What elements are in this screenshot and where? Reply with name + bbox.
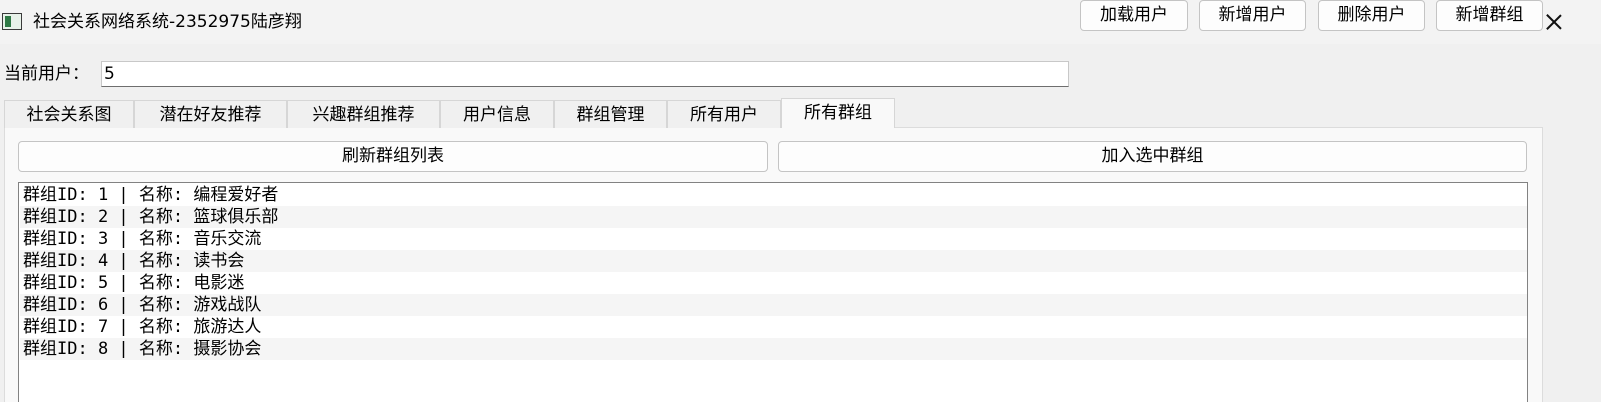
list-item[interactable]: 群组ID: 3 | 名称: 音乐交流: [20, 228, 1527, 250]
tab-all-groups[interactable]: 所有群组: [781, 98, 895, 128]
list-item[interactable]: 群组ID: 1 | 名称: 编程爱好者: [20, 184, 1527, 206]
close-icon: [1546, 14, 1562, 30]
current-user-label: 当前用户：: [4, 64, 89, 84]
list-item[interactable]: 群组ID: 6 | 名称: 游戏战队: [20, 294, 1527, 316]
refresh-group-list-button[interactable]: 刷新群组列表: [18, 141, 768, 172]
tab-social-graph[interactable]: 社会关系图: [4, 100, 134, 128]
app-window-icon: [2, 13, 22, 30]
group-list[interactable]: 群组ID: 1 | 名称: 编程爱好者 群组ID: 2 | 名称: 篮球俱乐部 …: [18, 182, 1528, 402]
load-user-button[interactable]: 加载用户: [1080, 0, 1188, 31]
window-title: 社会关系网络系统-2352975陆彦翔: [33, 12, 302, 32]
add-user-button[interactable]: 新增用户: [1199, 0, 1306, 31]
tab-friend-recommendation[interactable]: 潜在好友推荐: [134, 100, 287, 128]
tab-group-management[interactable]: 群组管理: [554, 100, 667, 128]
list-item[interactable]: 群组ID: 7 | 名称: 旅游达人: [20, 316, 1527, 338]
tab-all-users[interactable]: 所有用户: [667, 100, 781, 128]
add-group-button[interactable]: 新增群组: [1436, 0, 1543, 31]
list-item[interactable]: 群组ID: 8 | 名称: 摄影协会: [20, 338, 1527, 360]
tab-user-info[interactable]: 用户信息: [440, 100, 554, 128]
list-item[interactable]: 群组ID: 2 | 名称: 篮球俱乐部: [20, 206, 1527, 228]
list-item[interactable]: 群组ID: 4 | 名称: 读书会: [20, 250, 1527, 272]
tab-group-recommendation[interactable]: 兴趣群组推荐: [287, 100, 440, 128]
current-user-input[interactable]: 5: [101, 61, 1069, 87]
list-item[interactable]: 群组ID: 5 | 名称: 电影迷: [20, 272, 1527, 294]
join-selected-group-button[interactable]: 加入选中群组: [778, 141, 1527, 172]
delete-user-button[interactable]: 删除用户: [1318, 0, 1425, 31]
